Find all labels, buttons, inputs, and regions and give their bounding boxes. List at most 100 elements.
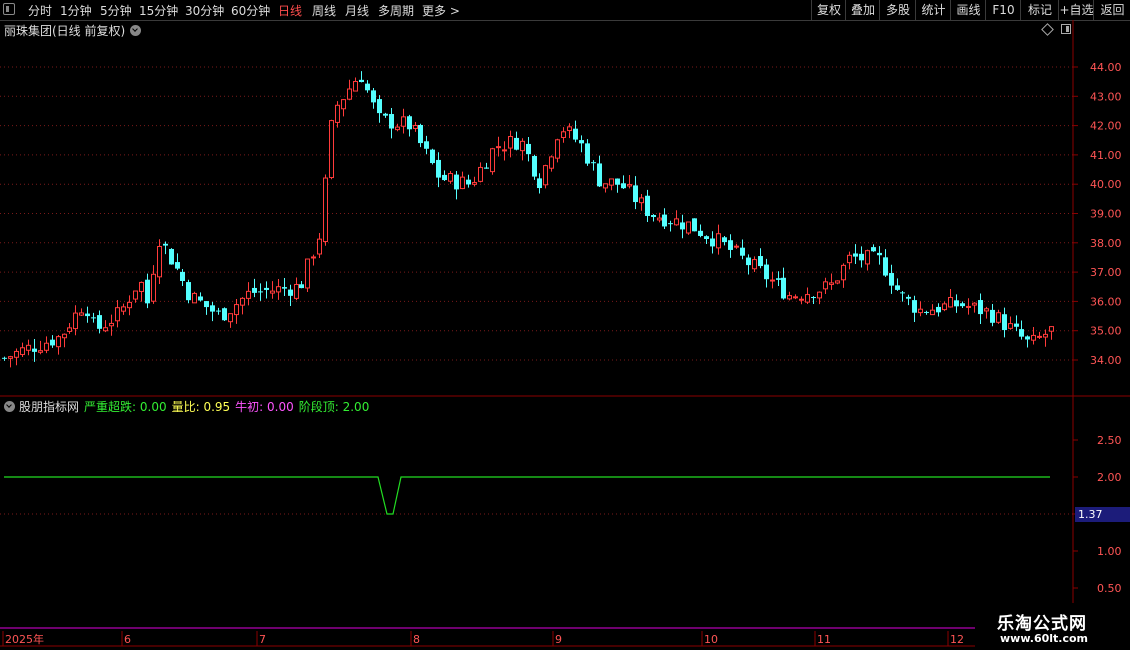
period-tab-4[interactable]: 30分钟	[185, 2, 224, 19]
candle-body-144	[859, 253, 864, 261]
toolbar-button-3[interactable]: 统计	[915, 0, 951, 20]
candle-body-93	[555, 139, 560, 159]
candle-body-70	[418, 124, 423, 144]
chart-title[interactable]: 丽珠集团(日线 前复权)	[4, 22, 142, 39]
candle-body-66	[395, 126, 400, 131]
candle-body-152	[906, 296, 911, 299]
candle-body-16	[97, 315, 102, 329]
candle-body-56	[335, 104, 340, 123]
candle-body-86	[514, 137, 519, 150]
toolbar-button-5[interactable]: F10	[985, 0, 1021, 20]
candle-body-80	[478, 166, 483, 182]
candle-body-95	[567, 126, 572, 132]
price-tick-label-5: 39.00	[1090, 208, 1122, 221]
toolbar-button-7[interactable]: +自选	[1058, 0, 1094, 20]
candle-body-69	[413, 124, 418, 129]
candle-body-37	[222, 308, 227, 321]
candle-body-9	[56, 336, 61, 348]
candle-body-158	[942, 303, 947, 311]
candle-body-50	[299, 284, 304, 289]
candle-body-174	[1037, 335, 1042, 338]
candle-body-68	[407, 116, 412, 130]
candle-body-77	[460, 176, 465, 190]
candlestick-chart[interactable]: 44.00 43.00 42.00 41.00 40.00 39.00 38.00 37.00…	[0, 0, 1130, 650]
candle-body-170	[1014, 323, 1019, 327]
candle-body-84	[502, 149, 507, 152]
period-tab-2[interactable]: 5分钟	[100, 2, 132, 19]
candle-body-171	[1019, 329, 1024, 337]
candle-body-176	[1049, 326, 1054, 332]
candle-body-162	[966, 305, 971, 308]
candle-body-173	[1031, 334, 1036, 341]
period-tab-5[interactable]: 60分钟	[231, 2, 270, 19]
candle-body-79	[472, 182, 477, 185]
toolbar-button-6[interactable]: 标记	[1020, 0, 1059, 20]
toolbar-button-8[interactable]: 返回	[1093, 0, 1130, 20]
period-tab-3[interactable]: 15分钟	[139, 2, 178, 19]
candle-body-118	[704, 236, 709, 239]
candle-body-76	[454, 174, 459, 190]
period-tab-1[interactable]: 1分钟	[60, 2, 92, 19]
candle-body-43	[258, 291, 263, 293]
candle-body-98	[585, 143, 590, 164]
candle-body-116	[692, 218, 697, 232]
diamond-icon[interactable]	[1041, 23, 1054, 36]
candle-body-91	[543, 165, 548, 186]
candle-body-44	[264, 287, 269, 290]
indicator-value-3: 阶段顶: 2.00	[298, 400, 370, 414]
candle-body-57	[341, 99, 346, 110]
candle-body-139	[829, 282, 834, 285]
indicator-value-1: 量比: 0.95	[171, 400, 231, 414]
period-tab-6[interactable]: 日线	[278, 2, 302, 19]
period-tab-0[interactable]: 分时	[28, 2, 52, 19]
period-tab-10[interactable]: 更多 >	[422, 2, 460, 19]
candle-body-20	[121, 306, 126, 312]
candle-body-51	[305, 258, 310, 289]
candle-body-89	[532, 156, 537, 177]
ind-tick-label-0: 2.50	[1097, 434, 1122, 447]
candle-body-122	[728, 240, 733, 250]
candle-body-10	[62, 333, 67, 339]
candle-body-102	[609, 178, 614, 186]
toolbar-button-4[interactable]: 画线	[950, 0, 986, 20]
candle-body-53	[317, 238, 322, 255]
panel-toggle-icon[interactable]	[1061, 24, 1071, 34]
candle-body-140	[835, 280, 840, 284]
candle-body-15	[91, 317, 96, 319]
candle-body-106	[633, 185, 638, 203]
candle-body-97	[579, 140, 584, 144]
chevron-down-icon[interactable]	[4, 401, 15, 412]
candle-body-85	[508, 136, 513, 149]
candle-body-141	[841, 264, 846, 281]
candle-body-134	[799, 298, 804, 301]
candle-body-38	[228, 313, 233, 323]
candle-body-61	[365, 83, 370, 91]
candle-body-163	[972, 302, 977, 306]
candle-body-0	[2, 357, 7, 359]
candle-body-42	[252, 287, 257, 293]
candle-body-117	[698, 230, 703, 236]
candle-body-135	[805, 294, 810, 303]
candle-body-129	[770, 279, 775, 282]
period-tab-9[interactable]: 多周期	[378, 2, 414, 19]
candle-body-12	[73, 312, 78, 330]
candle-body-166	[990, 309, 995, 323]
toolbar-button-1[interactable]: 叠加	[845, 0, 880, 20]
candle-body-17	[103, 327, 108, 332]
candle-body-4	[26, 344, 31, 351]
toolbar-button-2[interactable]: 多股	[879, 0, 916, 20]
candle-body-99	[591, 162, 596, 164]
candle-body-108	[645, 195, 650, 216]
price-tick-label-7: 37.00	[1090, 266, 1122, 279]
toolbar-button-0[interactable]: 复权	[811, 0, 846, 20]
candle-body-11	[67, 327, 72, 332]
period-tab-7[interactable]: 周线	[312, 2, 336, 19]
candle-body-164	[978, 300, 983, 315]
sidebar-toggle-icon[interactable]	[3, 3, 15, 15]
month-label-2: 7	[259, 633, 266, 646]
price-tick-label-9: 35.00	[1090, 325, 1122, 338]
period-tab-8[interactable]: 月线	[345, 2, 369, 19]
chevron-down-icon[interactable]	[130, 25, 142, 36]
candle-body-142	[847, 254, 852, 264]
candle-body-115	[686, 221, 691, 234]
